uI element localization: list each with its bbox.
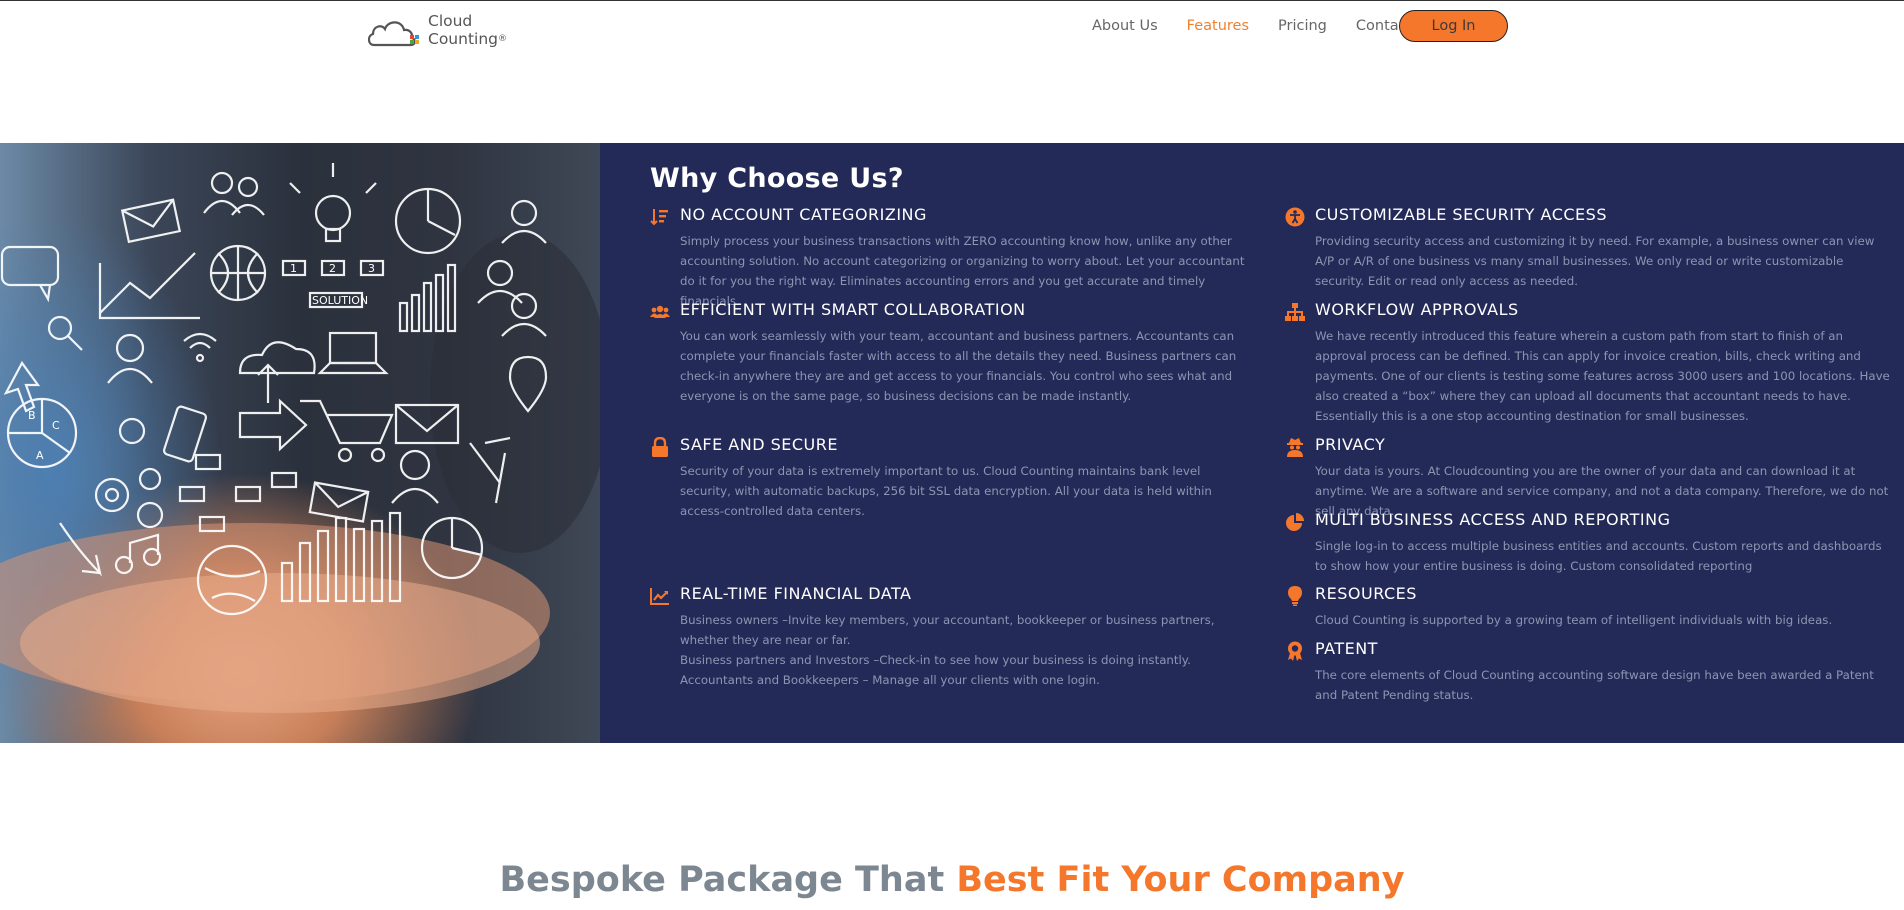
logo-text: Cloud Counting® [428, 12, 507, 48]
nav-pricing[interactable]: Pricing [1278, 18, 1327, 34]
pie-chart-icon [1286, 513, 1304, 531]
features-panel: Why Choose Us? NO ACCOUNT CATEGORIZING S… [600, 143, 1904, 743]
bespoke-package-heading: Bespoke Package That Best Fit Your Compa… [0, 860, 1904, 900]
feature-title: WORKFLOW APPROVALS [1315, 300, 1519, 319]
business-hand-icons-image: SOLUTION 1 2 3 A B C [0, 143, 600, 743]
main-nav: About Us Features Pricing Contact [1092, 10, 1441, 42]
hero-illustration: SOLUTION 1 2 3 A B C [0, 163, 600, 713]
why-choose-us-section: SOLUTION 1 2 3 A B C Why Choose Us? NO A… [0, 143, 1904, 743]
top-border [0, 0, 1904, 1]
feature-text: Simply process your business transaction… [680, 234, 1245, 308]
hero-label-1: 1 [290, 262, 297, 275]
feature-text-line: Accountants and Bookkeepers – Manage all… [680, 673, 1100, 687]
hero-label-c: C [52, 419, 60, 432]
feature-title: EFFICIENT WITH SMART COLLABORATION [680, 300, 1026, 319]
feature-title: PRIVACY [1315, 435, 1386, 454]
heading-part-2-accent: Best Fit Your Company [956, 860, 1405, 900]
section-title: Why Choose Us? [650, 163, 904, 194]
hero-label-2: 2 [329, 262, 336, 275]
feature-text-line: Business owners –Invite key members, you… [680, 613, 1215, 647]
line-chart-icon [650, 588, 669, 605]
logo-line-2: Counting® [428, 30, 507, 48]
feature-title: RESOURCES [1315, 584, 1417, 603]
hero-label-b: B [28, 409, 36, 422]
users-icon [650, 305, 670, 318]
universal-access-icon [1285, 207, 1305, 227]
feature-title: CUSTOMIZABLE SECURITY ACCESS [1315, 205, 1607, 224]
feature-title: PATENT [1315, 639, 1378, 658]
feature-text: You can work seamlessly with your team, … [680, 329, 1237, 403]
award-icon [1288, 641, 1302, 661]
logo-line-2-text: Counting [428, 30, 498, 48]
logo-line-1: Cloud [428, 12, 473, 30]
feature-text-line: Business partners and Investors –Check-i… [680, 653, 1191, 667]
feature-title: SAFE AND SECURE [680, 435, 838, 454]
lightbulb-icon [1288, 586, 1302, 606]
feature-text: Providing security access and customizin… [1315, 234, 1875, 288]
feature-title: MULTI BUSINESS ACCESS AND REPORTING [1315, 510, 1671, 529]
feature-text: Cloud Counting is supported by a growing… [1315, 613, 1833, 627]
feature-text: The core elements of Cloud Counting acco… [1315, 668, 1874, 702]
feature-title: NO ACCOUNT CATEGORIZING [680, 205, 927, 224]
registered-mark: ® [498, 34, 507, 44]
user-secret-icon [1287, 438, 1303, 457]
nav-features[interactable]: Features [1187, 18, 1249, 34]
lock-icon [652, 437, 668, 457]
hero-label-a: A [36, 449, 44, 462]
feature-text: Single log-in to access multiple busines… [1315, 539, 1882, 573]
feature-text: We have recently introduced this feature… [1315, 329, 1890, 423]
nav-about-us[interactable]: About Us [1092, 18, 1158, 34]
heading-part-1: Bespoke Package That [499, 860, 957, 900]
sort-descending-icon [650, 209, 668, 226]
feature-text: Business owners –Invite key members, you… [680, 610, 1250, 690]
login-button[interactable]: Log In [1399, 10, 1508, 42]
hero-label-solution: SOLUTION [312, 294, 368, 307]
hero-label-3: 3 [368, 262, 375, 275]
sitemap-icon [1285, 303, 1305, 321]
feature-title: REAL-TIME FINANCIAL DATA [680, 584, 912, 603]
feature-text: Security of your data is extremely impor… [680, 464, 1212, 518]
